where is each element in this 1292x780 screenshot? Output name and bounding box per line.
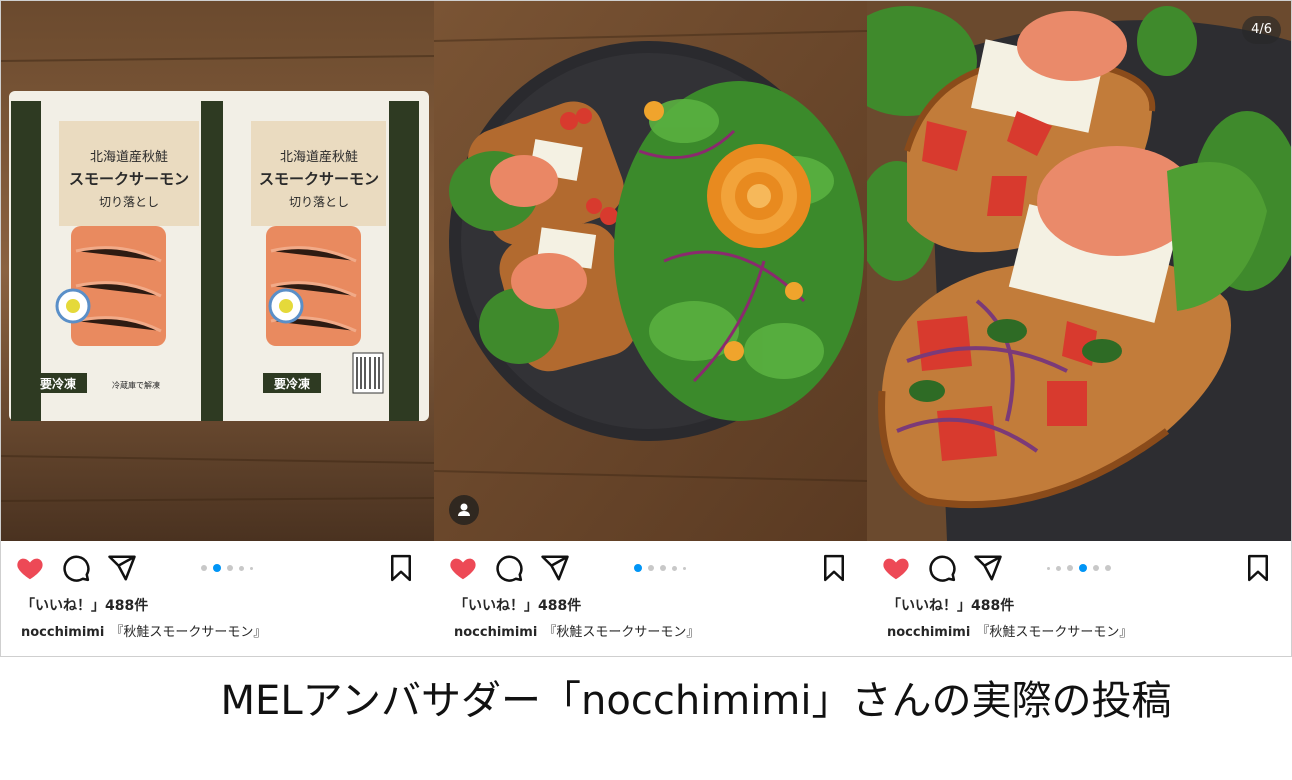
user-icon bbox=[458, 503, 470, 516]
post-3: 4/6 「いいね！」488件 nocchimimi 『秋鮭スモークサーモン』 bbox=[867, 1, 1291, 656]
heart-icon[interactable] bbox=[448, 553, 478, 583]
comment-icon[interactable] bbox=[61, 553, 91, 583]
package-frozen-label-1: 要冷凍 bbox=[40, 376, 77, 391]
footer-caption: MELアンバサダー「nocchimimi」さんの実際の投稿 bbox=[220, 678, 1172, 724]
post-2-actions bbox=[434, 541, 867, 595]
caption-text: 『秋鮭スモークサーモン』 bbox=[110, 625, 267, 640]
carousel-counter: 4/6 bbox=[1242, 16, 1281, 44]
bookmark-icon[interactable] bbox=[386, 553, 416, 583]
package-cut-label-1: 切り落とし bbox=[99, 195, 159, 209]
bookmark-icon[interactable] bbox=[1243, 553, 1273, 583]
carousel-dot-active bbox=[634, 564, 642, 572]
carousel-dot bbox=[1105, 565, 1111, 571]
package-title-3: 北海道産秋鮭 bbox=[280, 149, 358, 165]
post-1-photo[interactable]: 北海道産秋鮭 スモークサーモン 北海道産秋鮭 スモークサーモン 切り落とし 切り… bbox=[1, 1, 434, 541]
share-icon[interactable] bbox=[973, 553, 1003, 583]
package-thaw-label: 冷蔵庫で解凍 bbox=[112, 380, 160, 390]
instagram-collage: 北海道産秋鮭 スモークサーモン 北海道産秋鮭 スモークサーモン 切り落とし 切り… bbox=[0, 0, 1292, 657]
post-1-actions bbox=[1, 541, 434, 595]
package-cut-label-2: 切り落とし bbox=[289, 195, 349, 209]
carousel-dot bbox=[1056, 566, 1061, 571]
post-3-actions bbox=[867, 541, 1291, 595]
post-1: 北海道産秋鮭 スモークサーモン 北海道産秋鮭 スモークサーモン 切り落とし 切り… bbox=[1, 1, 434, 656]
likes-count[interactable]: 「いいね！」488件 bbox=[454, 595, 581, 615]
username[interactable]: nocchimimi bbox=[887, 625, 970, 640]
carousel-dot bbox=[1067, 565, 1073, 571]
carousel-dot bbox=[1093, 565, 1099, 571]
package-title-2: スモークサーモン bbox=[69, 170, 189, 188]
carousel-dot bbox=[201, 565, 207, 571]
carousel-dot bbox=[239, 566, 244, 571]
carousel-dot bbox=[683, 567, 686, 570]
carousel-dot bbox=[672, 566, 677, 571]
comment-icon[interactable] bbox=[927, 553, 957, 583]
tagged-user-badge[interactable] bbox=[449, 495, 479, 525]
carousel-dot bbox=[1047, 567, 1050, 570]
username[interactable]: nocchimimi bbox=[454, 625, 537, 640]
package-title-4: スモークサーモン bbox=[259, 170, 379, 188]
post-2: 「いいね！」488件 nocchimimi 『秋鮭スモークサーモン』 bbox=[434, 1, 867, 656]
carousel-dot-active bbox=[213, 564, 221, 572]
comment-icon[interactable] bbox=[494, 553, 524, 583]
heart-icon[interactable] bbox=[881, 553, 911, 583]
username[interactable]: nocchimimi bbox=[21, 625, 104, 640]
likes-count[interactable]: 「いいね！」488件 bbox=[21, 595, 148, 615]
post-caption: nocchimimi 『秋鮭スモークサーモン』 bbox=[887, 621, 1132, 640]
carousel-dot-active bbox=[1079, 564, 1087, 572]
post-caption: nocchimimi 『秋鮭スモークサーモン』 bbox=[454, 621, 699, 640]
carousel-dot bbox=[227, 565, 233, 571]
heart-icon[interactable] bbox=[15, 553, 45, 583]
post-caption: nocchimimi 『秋鮭スモークサーモン』 bbox=[21, 621, 266, 640]
caption-text: 『秋鮭スモークサーモン』 bbox=[976, 625, 1133, 640]
likes-count[interactable]: 「いいね！」488件 bbox=[887, 595, 1014, 615]
caption-text: 『秋鮭スモークサーモン』 bbox=[543, 625, 700, 640]
share-icon[interactable] bbox=[540, 553, 570, 583]
bookmark-icon[interactable] bbox=[819, 553, 849, 583]
package-title-1: 北海道産秋鮭 bbox=[90, 149, 168, 165]
package-frozen-label-2: 要冷凍 bbox=[274, 376, 311, 391]
carousel-dot bbox=[648, 565, 654, 571]
carousel-dot bbox=[660, 565, 666, 571]
share-icon[interactable] bbox=[107, 553, 137, 583]
carousel-dot bbox=[250, 567, 253, 570]
post-2-photo[interactable] bbox=[434, 1, 867, 541]
post-3-photo[interactable]: 4/6 bbox=[867, 1, 1291, 541]
